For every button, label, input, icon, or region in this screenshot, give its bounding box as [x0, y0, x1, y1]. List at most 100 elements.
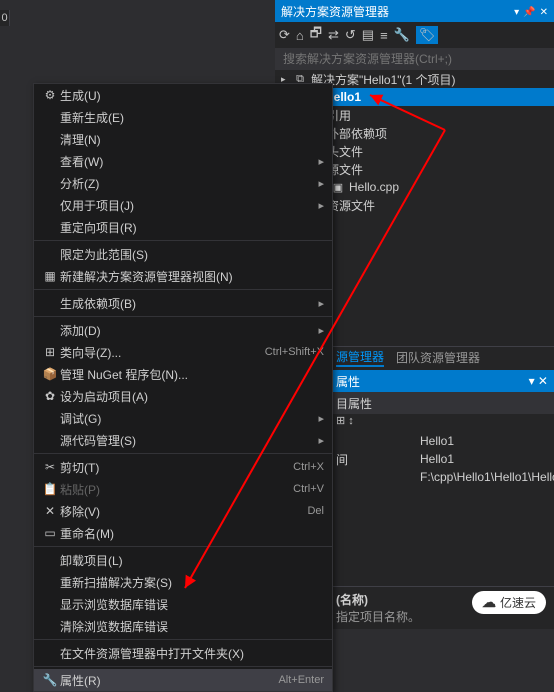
ctx-item[interactable]: 源代码管理(S)▸ — [34, 429, 332, 451]
ctx-icon: ▦ — [40, 269, 60, 283]
house-icon[interactable]: ⌂ — [296, 28, 304, 43]
ctx-icon: ✿ — [40, 389, 60, 403]
tab-explorer[interactable]: 源管理器 — [336, 348, 384, 367]
ctx-icon: 📦 — [40, 367, 60, 381]
ctx-item[interactable]: 添加(D)▸ — [34, 319, 332, 341]
ctx-label: 显示浏览数据库错误 — [60, 596, 324, 613]
ctx-item[interactable]: 清理(N) — [34, 128, 332, 150]
prop-row[interactable]: F:\cpp\Hello1\Hello1\Hello — [330, 468, 554, 486]
ctx-label: 清除浏览数据库错误 — [60, 618, 324, 635]
view-icon[interactable]: ▤ — [362, 27, 374, 43]
properties-toolbar[interactable]: ⊞ ↕ — [330, 414, 554, 432]
ctx-item[interactable]: 显示浏览数据库错误 — [34, 593, 332, 615]
collapse-icon[interactable]: ⇄ — [328, 27, 339, 43]
ctx-item[interactable]: 清除浏览数据库错误 — [34, 615, 332, 637]
ctx-label: 设为启动项目(A) — [60, 388, 324, 405]
ctx-label: 重命名(M) — [60, 525, 324, 542]
wrench-icon[interactable]: 🔧 — [394, 27, 410, 43]
tab-team[interactable]: 团队资源管理器 — [396, 349, 480, 366]
ctx-icon: ▭ — [40, 526, 60, 540]
ctx-icon: ✕ — [40, 504, 60, 518]
properties-titlebar: 属性 ▾ ✕ — [330, 370, 554, 392]
ctx-item: 📋粘贴(P)Ctrl+V — [34, 478, 332, 500]
ctx-label: 添加(D) — [60, 322, 318, 339]
ctx-label: 卸载项目(L) — [60, 552, 324, 569]
submenu-icon: ▸ — [318, 412, 324, 425]
submenu-icon: ▸ — [318, 199, 324, 212]
ctx-item[interactable]: 限定为此范围(S) — [34, 243, 332, 265]
ctx-label: 调试(G) — [60, 410, 318, 427]
ctx-shortcut: Ctrl+V — [293, 483, 324, 495]
ctx-item[interactable]: ⚙生成(U) — [34, 84, 332, 106]
search-box[interactable] — [275, 48, 554, 70]
ctx-item[interactable]: ✿设为启动项目(A) — [34, 385, 332, 407]
prop-row[interactable]: 间Hello1 — [330, 450, 554, 468]
ctx-item[interactable]: 重新生成(E) — [34, 106, 332, 128]
ctx-label: 分析(Z) — [60, 175, 318, 192]
ctx-item[interactable]: ▦新建解决方案资源管理器视图(N) — [34, 265, 332, 287]
ctx-item[interactable]: 📦管理 NuGet 程序包(N)... — [34, 363, 332, 385]
ctx-label: 重新生成(E) — [60, 109, 324, 126]
ctx-label: 管理 NuGet 程序包(N)... — [60, 366, 324, 383]
ctx-label: 新建解决方案资源管理器视图(N) — [60, 268, 324, 285]
ctx-label: 属性(R) — [60, 672, 278, 689]
submenu-icon: ▸ — [318, 324, 324, 337]
props-icon[interactable]: ≡ — [380, 28, 388, 43]
ctx-icon: ⚙ — [40, 88, 60, 102]
submenu-icon: ▸ — [318, 297, 324, 310]
ctx-item[interactable]: ✕移除(V)Del — [34, 500, 332, 522]
ctx-item[interactable]: 生成依赖项(B)▸ — [34, 292, 332, 314]
ctx-label: 生成依赖项(B) — [60, 295, 318, 312]
panel-tabs: 源管理器 团队资源管理器 — [330, 346, 554, 368]
submenu-icon: ▸ — [318, 434, 324, 447]
ctx-item[interactable]: 卸载项目(L) — [34, 549, 332, 571]
refresh-icon[interactable]: ↺ — [345, 27, 356, 43]
ctx-label: 源代码管理(S) — [60, 432, 318, 449]
ctx-item[interactable]: ✂剪切(T)Ctrl+X — [34, 456, 332, 478]
ctx-item[interactable]: 调试(G)▸ — [34, 407, 332, 429]
ctx-item[interactable]: 重定向项目(R) — [34, 216, 332, 238]
ctx-item[interactable]: 分析(Z)▸ — [34, 172, 332, 194]
panel-titlebar: 解决方案资源管理器 ▾📌✕ — [275, 0, 554, 22]
ctx-item[interactable]: 重新扫描解决方案(S) — [34, 571, 332, 593]
ctx-label: 在文件资源管理器中打开文件夹(X) — [60, 645, 324, 662]
panel-title: 解决方案资源管理器 — [281, 3, 510, 20]
ctx-icon: 📋 — [40, 482, 60, 496]
ctx-icon: 🔧 — [40, 673, 60, 687]
context-menu: ⚙生成(U)重新生成(E)清理(N)查看(W)▸分析(Z)▸仅用于项目(J)▸重… — [33, 83, 333, 692]
ctx-icon: ✂ — [40, 460, 60, 474]
tag-icon[interactable]: 🏷 — [416, 26, 439, 44]
ctx-item[interactable]: 查看(W)▸ — [34, 150, 332, 172]
ctx-label: 粘贴(P) — [60, 481, 293, 498]
ctx-item[interactable]: ⊞类向导(Z)...Ctrl+Shift+X — [34, 341, 332, 363]
ctx-label: 仅用于项目(J) — [60, 197, 318, 214]
ctx-shortcut: Del — [307, 505, 324, 517]
ctx-item[interactable]: 仅用于项目(J)▸ — [34, 194, 332, 216]
ctx-label: 清理(N) — [60, 131, 324, 148]
ctx-item[interactable]: 在文件资源管理器中打开文件夹(X) — [34, 642, 332, 664]
dropdown-icon[interactable]: ▾ ✕ — [529, 374, 548, 388]
ctx-label: 限定为此范围(S) — [60, 246, 324, 263]
ctx-item[interactable]: ▭重命名(M) — [34, 522, 332, 544]
properties-subtitle: 目属性 — [330, 392, 554, 414]
watermark: ☁ 亿速云 — [472, 591, 546, 614]
ctx-shortcut: Ctrl+X — [293, 461, 324, 473]
ctx-item[interactable]: 🔧属性(R)Alt+Enter — [34, 669, 332, 691]
submenu-icon: ▸ — [318, 177, 324, 190]
zero-marker: 0 — [0, 10, 10, 26]
ctx-shortcut: Ctrl+Shift+X — [265, 346, 324, 358]
search-input[interactable] — [283, 52, 546, 66]
solution-toolbar: ⟳ ⌂ 🗗 ⇄ ↺ ▤ ≡ 🔧 🏷 — [275, 22, 554, 48]
ctx-label: 移除(V) — [60, 503, 307, 520]
cloud-icon: ☁ — [482, 594, 496, 611]
prop-row[interactable]: Hello1 — [330, 432, 554, 450]
submenu-icon: ▸ — [318, 155, 324, 168]
ctx-label: 剪切(T) — [60, 459, 293, 476]
home-icon[interactable]: ⟳ — [279, 27, 290, 43]
ctx-label: 查看(W) — [60, 153, 318, 170]
window-controls[interactable]: ▾📌✕ — [510, 4, 548, 18]
ctx-label: 重新扫描解决方案(S) — [60, 574, 324, 591]
sync-icon[interactable]: 🗗 — [310, 24, 322, 46]
ctx-label: 生成(U) — [60, 87, 324, 104]
ctx-label: 类向导(Z)... — [60, 344, 265, 361]
